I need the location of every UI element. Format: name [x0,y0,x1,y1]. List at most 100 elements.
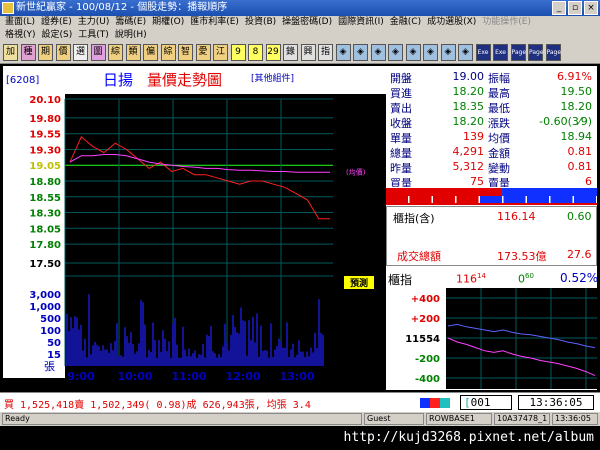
toolbar-button[interactable]: 29 [265,44,281,61]
toolbar-button[interactable]: 興 [300,44,316,61]
toolbar-button[interactable]: 江 [213,44,228,61]
price-volume-chart-pane: [6208] 日揚 量價走勢圖 [其他組件] 20.10 19.80 19.55 19.30 1… [3,66,386,390]
menu-item[interactable]: 籌碼(E) [112,16,149,29]
menu-item[interactable]: 說明(H) [112,29,150,42]
other-components-link: [其他組件] [251,72,294,84]
toolbar-button[interactable]: 8 [248,44,263,61]
otc-tick-label: -200 [415,354,440,365]
toolbar-button[interactable]: ◈ [458,44,473,61]
menu-item[interactable]: 匯市利率(E) [187,16,242,29]
toolbar-button[interactable]: 綜 [160,44,176,61]
toolbar-button[interactable]: 類 [125,44,141,61]
index-change: 0.60 [567,210,592,223]
toolbar-button[interactable]: 選 [73,44,88,61]
sell-ratio-fill [502,188,597,196]
otc-index-chart[interactable]: +400 +200 11554 -200 -400 [386,288,597,389]
depth-block [433,196,455,203]
toolbar-button[interactable]: Page [528,44,544,61]
bid-ask-ratio-bar [386,187,597,205]
volume-tick-label: 100 [40,326,61,337]
menu-item[interactable]: 國際資訊(I) [335,16,387,29]
menu-item[interactable]: 主力(U) [75,16,113,29]
toolbar-button[interactable]: ◈ [405,44,421,61]
toolbar-button[interactable]: Exe [493,44,508,61]
toolbar-button[interactable]: 指 [318,44,333,61]
toolbar-button[interactable]: 圖 [90,44,106,61]
menu-item[interactable]: 投資(B) [242,16,279,29]
price-tick-label: 18.80 [29,177,61,188]
menu-item[interactable]: 功能操作(E) [479,16,534,29]
menu-item[interactable]: 證券(E) [38,16,75,29]
toolbar-button[interactable]: ◈ [370,44,386,61]
toolbar-button[interactable]: 綜 [108,44,123,61]
menu-item[interactable]: 格視(Y) [2,29,39,42]
avg-line-label: (均價) [346,168,366,177]
toolbar-button[interactable]: 種 [20,44,36,61]
otc-tick-label: -400 [415,374,440,385]
price-tick-label: 18.30 [29,209,61,220]
menu-row-main: 畫面(L) 證券(E) 主力(U) 籌碼(E) 期權(O) 匯市利率(E) 投資(B) 操盤密… [2,16,534,29]
status-session: 10A37478_1 [494,413,550,425]
menu-item[interactable]: 操盤密碼(D) [279,16,335,29]
menu-item[interactable]: 金融(C) [387,16,424,29]
menu-item[interactable]: 成功選股(X) [424,16,479,29]
time-tick-label: 12:00 [225,370,260,383]
toolbar-button[interactable]: 愛 [195,44,211,61]
stock-code-input[interactable]: [001 [460,395,512,410]
color-legend [420,398,456,408]
toolbar-button[interactable]: 期 [38,44,53,61]
toolbar-button[interactable]: Page [545,44,561,61]
volume-tick-label: 1,000 [29,302,61,313]
toolbar-button[interactable]: 加 [3,44,18,61]
toolbar-button[interactable]: ◈ [335,44,351,61]
window-controls: _ ▫ × [552,1,598,15]
toolbar-button[interactable]: ◈ [388,44,403,61]
price-tick-label: 19.55 [29,130,61,141]
trade-summary: 買 1,525,418賣 1,502,349( 0.98)成 626,943張,… [4,400,311,411]
time-tick-label: 9:00 [67,370,95,383]
price-tick-label: 19.80 [29,114,61,125]
app-icon [2,2,14,14]
turnover-label: 成交總額 [397,250,441,263]
menu-item[interactable]: 畫面(L) [2,16,38,29]
menu-item[interactable]: 設定(S) [39,29,76,42]
toolbar-button[interactable]: 價 [55,44,71,61]
depth-block [574,196,596,203]
toolbar-button[interactable]: 錄 [283,44,298,61]
status-ready: Ready [2,413,362,425]
quote-value: 18.20 [452,115,485,128]
quote-value: 0.81 [567,145,593,158]
toolbar-button[interactable]: Page [510,44,526,61]
menu-bar: 畫面(L) 證券(E) 主力(U) 籌碼(E) 期權(O) 匯市利率(E) 投資(B) 操盤密… [0,16,600,42]
stock-code: [6208] [6,75,39,86]
toolbar-button[interactable]: 偏 [143,44,158,61]
otc-header: 櫃指 11614 060 0.52% [386,269,599,287]
quote-value: 18.20 [560,100,593,113]
toolbar: 加種期價選圖綜類偏綜智愛江 9 8 29 錄興指 ◈ ◈ ◈ ◈ ◈ ◈ ◈ ◈ Exe Exe Page Pa… [0,42,600,64]
toolbar-button[interactable]: ◈ [440,44,456,61]
toolbar-button[interactable]: ◈ [353,44,368,61]
quote-label: 漲跌 [488,117,510,130]
price-tick-label: 20.10 [29,95,61,106]
watermark-url: http://kujd3268.pixnet.net/album [0,426,600,450]
quote-pane: 開盤 19.00 振幅 6.91% 買進 18.20 最高 19.50 賣出 18.35 最低 18.… [386,66,599,390]
depth-block [550,196,573,203]
minimize-button[interactable]: _ [552,1,566,15]
otc-tick-label: +200 [411,314,440,325]
maximize-button[interactable]: ▫ [568,1,582,15]
turnover-value: 173.53億 [497,250,547,263]
quote-label: 買進 [390,87,412,100]
quote-label: 變動 [488,162,510,175]
toolbar-button[interactable]: Exe [475,44,491,61]
menu-item[interactable]: 期權(O) [149,16,187,29]
quote-label: 總量 [390,147,412,160]
toolbar-button[interactable]: 智 [178,44,193,61]
depth-block [503,196,526,203]
close-button[interactable]: × [584,1,598,15]
quote-value: 19.00 [452,70,485,83]
toolbar-button[interactable]: ◈ [423,44,438,61]
toolbar-button[interactable]: 9 [230,44,246,61]
otc-percent: 0.52% [560,271,599,285]
price-volume-chart[interactable]: [6208] 日揚 量價走勢圖 [其他組件] 20.10 19.80 19.55 19.30 1… [3,66,386,390]
menu-item[interactable]: 工具(T) [75,29,112,42]
